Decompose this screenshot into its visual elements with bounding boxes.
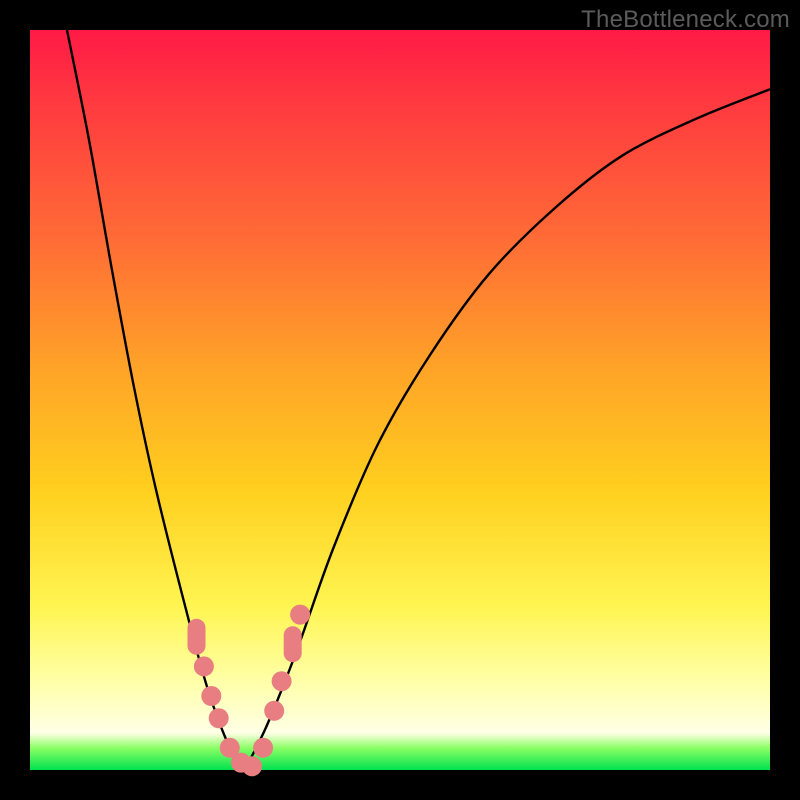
data-marker xyxy=(284,626,302,662)
data-marker xyxy=(264,701,284,721)
data-marker xyxy=(272,671,292,691)
curve-right-branch xyxy=(245,89,770,770)
data-marker xyxy=(209,708,229,728)
watermark-text: TheBottleneck.com xyxy=(581,6,790,34)
data-marker xyxy=(242,756,262,776)
marker-layer xyxy=(188,605,311,777)
data-marker xyxy=(253,738,273,758)
chart-svg xyxy=(30,30,770,770)
plot-area xyxy=(30,30,770,770)
data-marker xyxy=(188,619,206,655)
data-marker xyxy=(201,686,221,706)
curve-left-branch xyxy=(67,30,245,770)
data-marker xyxy=(194,656,214,676)
chart-frame: TheBottleneck.com xyxy=(0,0,800,800)
data-marker xyxy=(290,605,310,625)
curve-layer xyxy=(67,30,770,770)
